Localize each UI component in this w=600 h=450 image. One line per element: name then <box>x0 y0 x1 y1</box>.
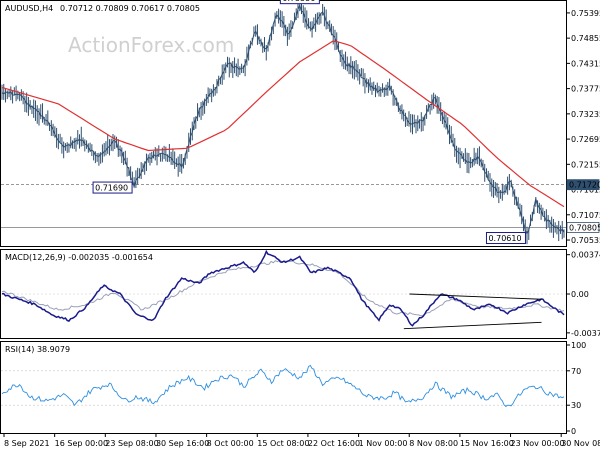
price-annotation-label: 0.71690 <box>95 184 128 193</box>
price-annotation-label: 0.75550 <box>282 0 315 3</box>
macd-axis-label: -0.0037 <box>571 329 600 338</box>
price-axis-label: 0.74855 <box>571 34 600 43</box>
x-axis-label: 8 Nov 08:00 <box>409 439 458 448</box>
price-axis-label: 0.70535 <box>571 236 600 245</box>
x-axis-label: 8 Oct 00:00 <box>207 439 254 448</box>
x-axis-label: 1 Nov 00:00 <box>359 439 408 448</box>
x-axis-label: 30 Nov 08:00 <box>561 439 600 448</box>
symbol-label: AUDUSD,H4 <box>5 4 53 13</box>
x-axis-label: 30 Sep 16:00 <box>156 439 209 448</box>
rsi-panel-frame <box>0 341 567 434</box>
macd-axis-label: 0.003745 <box>571 251 600 260</box>
price-axis-label: 0.74315 <box>571 59 600 68</box>
x-axis-label: 23 Nov 00:00 <box>511 439 565 448</box>
rsi-axis-label: 30 <box>571 401 581 410</box>
price-axis-label: 0.72695 <box>571 135 600 144</box>
x-axis-label: 15 Nov 16:00 <box>460 439 514 448</box>
rsi-axis-label: 70 <box>571 367 581 376</box>
level-label: 0.70805 <box>569 223 600 232</box>
forex-chart: ActionForex.com 0.75550 0.71690 0.70610 0.… <box>0 0 600 448</box>
rsi-label: RSI(14) 38.9079 <box>5 345 70 354</box>
price-annotation-label: 0.70610 <box>488 234 521 243</box>
rsi-axis-label: 0 <box>571 427 576 436</box>
level-label: 0.71720 <box>569 181 600 190</box>
macd-label: MACD(12,26,9) -0.002035 -0.001654 <box>5 253 153 262</box>
price-axis-label: 0.73775 <box>571 85 600 94</box>
ohlc-label: 0.70712 0.70809 0.70617 0.70805 <box>60 4 200 13</box>
price-axis-label: 0.75395 <box>571 9 600 18</box>
rsi-axis-label: 100 <box>571 341 586 350</box>
x-axis-label: 16 Sep 00:00 <box>55 439 108 448</box>
x-axis-label: 23 Sep 08:00 <box>105 439 158 448</box>
x-axis-label: 15 Oct 08:00 <box>257 439 309 448</box>
price-axis-label: 0.72155 <box>571 160 600 169</box>
watermark: ActionForex.com <box>68 33 234 57</box>
price-axis-label: 0.73235 <box>571 110 600 119</box>
macd-axis-label: 0.00 <box>571 290 589 299</box>
price-axis-label: 0.71075 <box>571 211 600 220</box>
x-axis-label: 22 Oct 16:00 <box>308 439 360 448</box>
x-axis-label: 8 Sep 2021 <box>4 439 50 448</box>
